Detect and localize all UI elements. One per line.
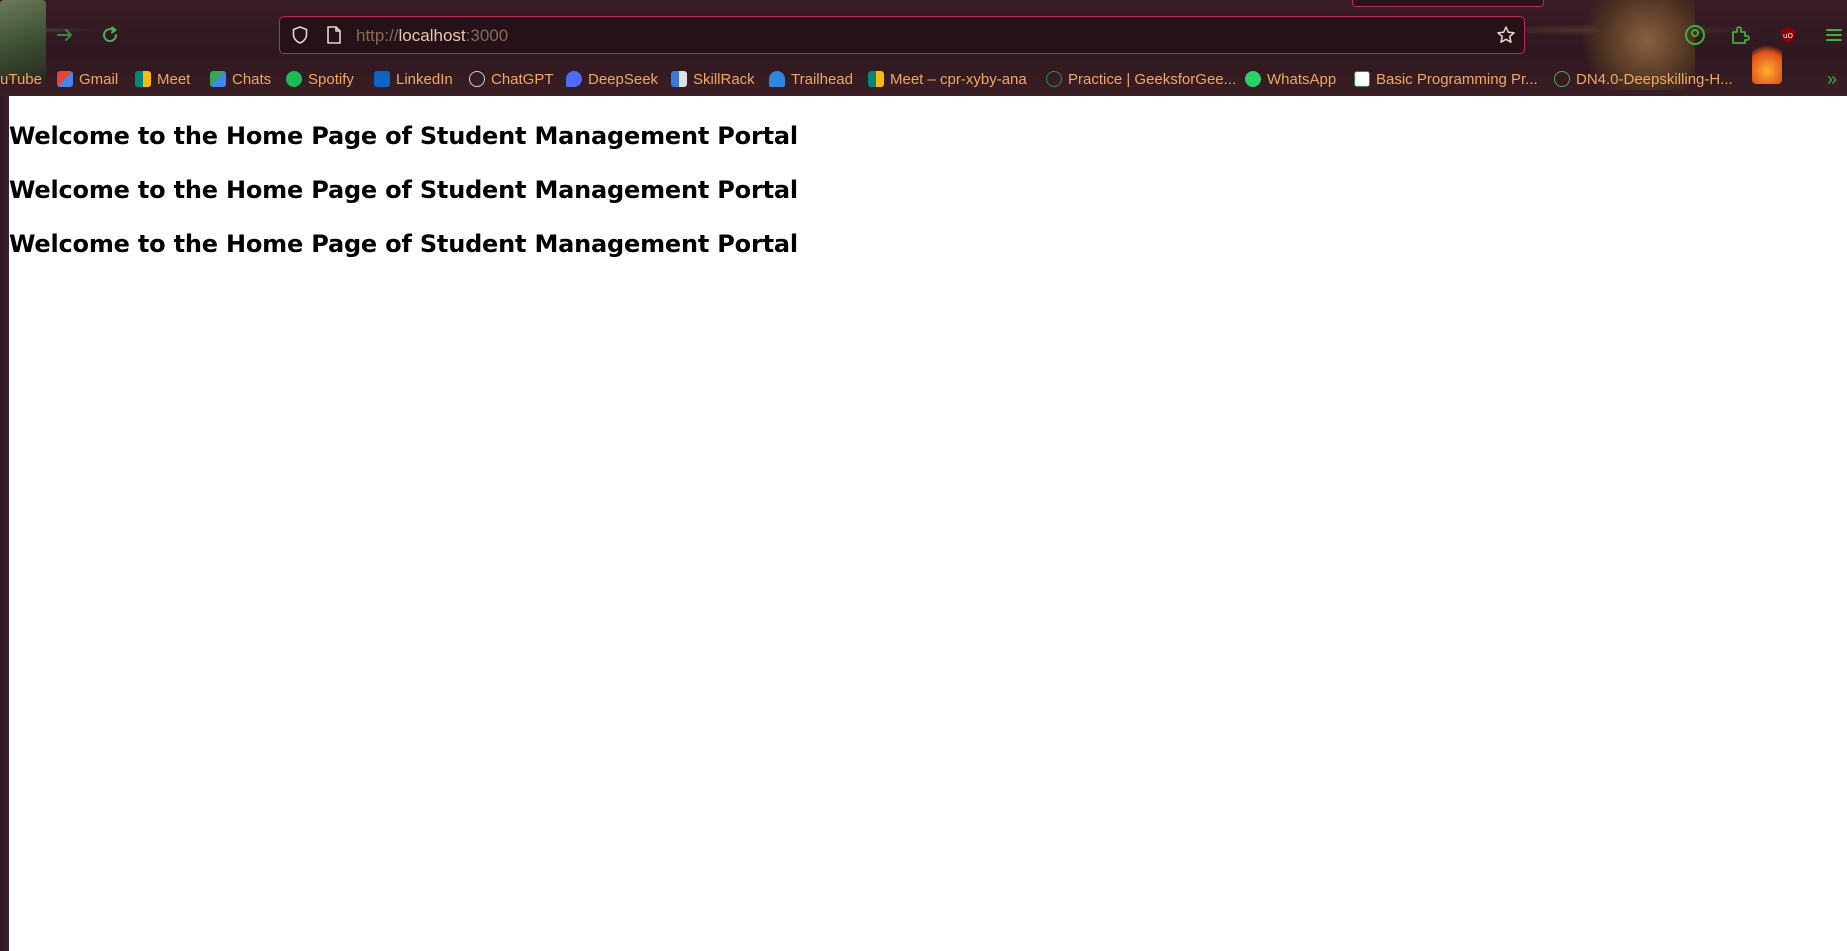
- bookmark-label: Gmail: [79, 70, 119, 88]
- reload-icon: [103, 26, 118, 43]
- linkedin-icon: [374, 71, 390, 87]
- account-button[interactable]: [1682, 22, 1708, 48]
- geeksforgeeks-icon: [1046, 71, 1062, 87]
- bookmark-linkedin[interactable]: LinkedIn: [374, 68, 453, 90]
- ublock-extension-button[interactable]: uO: [1775, 22, 1801, 48]
- bookmark-chatgpt[interactable]: ChatGPT: [469, 68, 554, 90]
- chatgpt-icon: [469, 71, 485, 87]
- ublock-icon: uO: [1781, 27, 1795, 43]
- bookmark-label: Trailhead: [791, 70, 853, 88]
- bookmark-youtube[interactable]: uTube: [0, 68, 42, 90]
- account-icon: [1685, 25, 1705, 45]
- bookmark-label: WhatsApp: [1267, 70, 1337, 88]
- spotify-icon: [286, 71, 302, 87]
- bookmark-spotify[interactable]: Spotify: [286, 68, 354, 90]
- gmail-icon: [57, 71, 73, 87]
- bookmarks-overflow-button[interactable]: »: [1827, 68, 1837, 90]
- bookmark-chats[interactable]: Chats: [210, 68, 271, 90]
- bookmark-meet[interactable]: Meet: [135, 68, 190, 90]
- browser-toolbar: http://localhost:3000 uO uTube Gmail Mee…: [0, 0, 1847, 96]
- bookmark-deepseek[interactable]: DeepSeek: [566, 68, 658, 90]
- forward-button[interactable]: [52, 22, 78, 48]
- bookmark-whatsapp[interactable]: WhatsApp: [1245, 68, 1336, 90]
- bookmark-meet-cpr[interactable]: Meet – cpr-xyby-ana: [868, 68, 1027, 90]
- menu-button[interactable]: [1821, 22, 1847, 48]
- welcome-heading: Welcome to the Home Page of Student Mana…: [9, 122, 798, 150]
- tracking-protection-icon[interactable]: [290, 25, 310, 50]
- navigation-bar: http://localhost:3000 uO: [0, 0, 1847, 70]
- chat-icon: [210, 71, 226, 87]
- page-info-icon[interactable]: [325, 25, 343, 50]
- reload-button[interactable]: [97, 22, 123, 48]
- page-content: Welcome to the Home Page of Student Mana…: [9, 96, 1847, 951]
- extensions-button[interactable]: [1727, 22, 1753, 48]
- whatsapp-icon: [1245, 71, 1261, 87]
- globe-icon: [1554, 71, 1570, 87]
- bookmark-label: Spotify: [308, 70, 354, 88]
- bookmark-trailhead[interactable]: Trailhead: [769, 68, 853, 90]
- svg-text:uO: uO: [1783, 32, 1793, 40]
- bookmark-dn40-deepskilling[interactable]: DN4.0-Deepskilling-H...: [1554, 68, 1733, 90]
- bookmarks-toolbar: uTube Gmail Meet Chats Spotify LinkedIn …: [0, 66, 1847, 92]
- bookmark-label: LinkedIn: [396, 70, 453, 88]
- deepseek-icon: [566, 71, 582, 87]
- bookmark-label: Practice | GeeksforGee...: [1068, 70, 1237, 88]
- url-scheme: http://: [356, 26, 399, 45]
- bookmark-label: Meet: [157, 70, 191, 88]
- puzzle-icon: [1732, 26, 1750, 44]
- bookmark-skillrack[interactable]: SkillRack: [671, 68, 755, 90]
- welcome-heading: Welcome to the Home Page of Student Mana…: [9, 230, 798, 258]
- chevron-double-right-icon: »: [1827, 68, 1838, 89]
- bookmark-label: Meet – cpr-xyby-ana: [890, 70, 1027, 88]
- url-text[interactable]: http://localhost:3000: [356, 26, 508, 46]
- sidebar-edge: [0, 96, 9, 951]
- url-host: localhost: [398, 26, 466, 45]
- bookmark-label: ChatGPT: [491, 70, 554, 88]
- bookmark-basic-programming[interactable]: Basic Programming Pr...: [1354, 68, 1538, 90]
- bookmark-gmail[interactable]: Gmail: [57, 68, 118, 90]
- bookmark-label: DeepSeek: [588, 70, 659, 88]
- hamburger-menu-icon: [1826, 29, 1842, 41]
- welcome-heading: Welcome to the Home Page of Student Mana…: [9, 176, 798, 204]
- meet-icon: [135, 71, 151, 87]
- skillrack-icon: [671, 71, 687, 87]
- meet-icon: [868, 71, 884, 87]
- bookmark-label: Basic Programming Pr...: [1376, 70, 1538, 88]
- bookmark-label: SkillRack: [693, 70, 755, 88]
- bookmark-geeksforgeeks-practice[interactable]: Practice | GeeksforGee...: [1046, 68, 1236, 90]
- bookmark-label: uTube: [0, 70, 42, 88]
- geeksforgeeks-icon: [1354, 71, 1370, 87]
- trailhead-icon: [769, 71, 785, 87]
- address-bar[interactable]: http://localhost:3000: [279, 16, 1525, 54]
- url-port: :3000: [465, 26, 509, 45]
- bookmark-label: Chats: [232, 70, 272, 88]
- arrow-right-icon: [57, 29, 72, 41]
- bookmark-star-icon[interactable]: [1496, 25, 1516, 50]
- bookmark-label: DN4.0-Deepskilling-H...: [1576, 70, 1733, 88]
